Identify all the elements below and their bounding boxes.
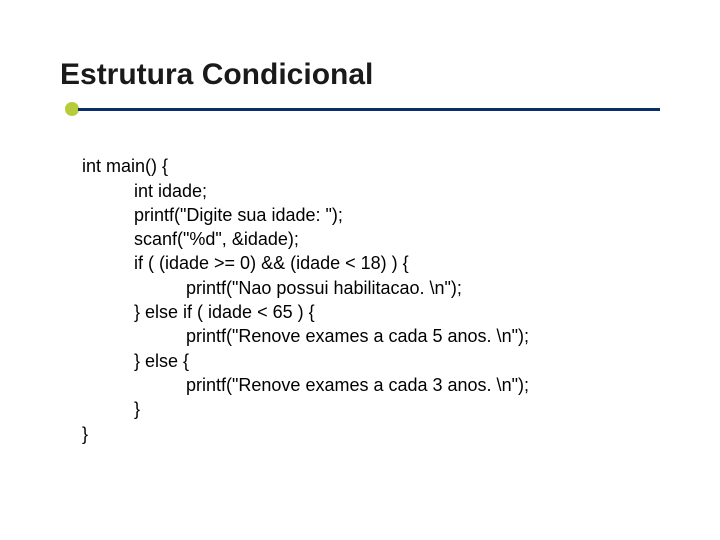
code-line: } else if ( idade < 65 ) { (82, 300, 315, 324)
code-line: } (82, 397, 140, 421)
code-line: } else { (82, 349, 189, 373)
slide: Estrutura Condicional int main() { int i… (0, 0, 720, 540)
title-rule (60, 98, 660, 120)
code-line: if ( (idade >= 0) && (idade < 18) ) { (82, 251, 409, 275)
code-line: printf("Renove exames a cada 5 anos. \n"… (82, 324, 529, 348)
code-line: } (82, 424, 88, 444)
horizontal-rule (78, 108, 660, 111)
code-line: int main() { (82, 156, 168, 176)
bullet-dot-icon (65, 102, 79, 116)
code-block: int main() { int idade; printf("Digite s… (82, 130, 660, 470)
code-line: printf("Digite sua idade: "); (82, 203, 343, 227)
code-line: scanf("%d", &idade); (82, 227, 299, 251)
code-line: printf("Renove exames a cada 3 anos. \n"… (82, 373, 529, 397)
code-line: printf("Nao possui habilitacao. \n"); (82, 276, 462, 300)
code-line: int idade; (82, 179, 207, 203)
slide-title: Estrutura Condicional (60, 58, 660, 92)
